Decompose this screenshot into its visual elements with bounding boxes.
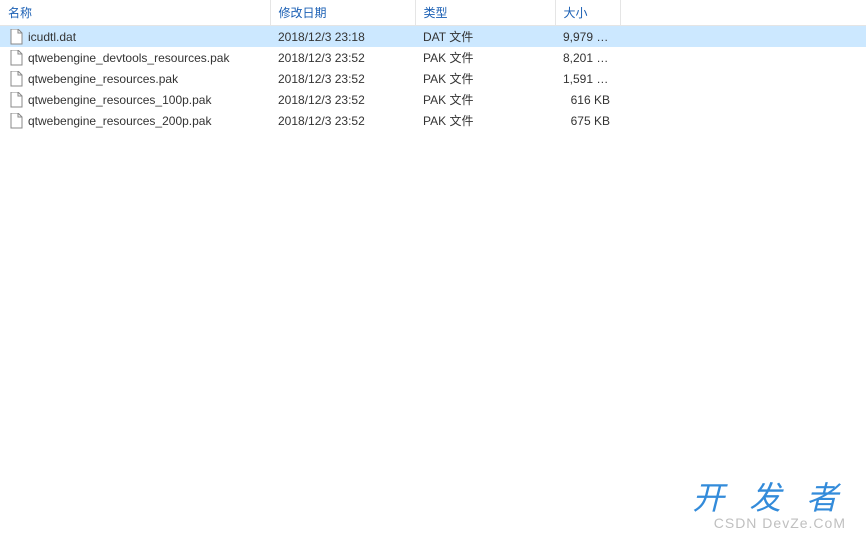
file-icon	[8, 71, 24, 87]
file-date: 2018/12/3 23:52	[270, 89, 415, 110]
file-icon	[8, 29, 24, 45]
watermark-main-text: 开 发 者	[692, 473, 846, 519]
file-size: 9,979 KB	[555, 26, 620, 48]
file-type: PAK 文件	[415, 68, 555, 89]
row-extra	[620, 26, 866, 48]
file-list-table: 名称 修改日期 类型 大小 icudtl.dat 2018/12/3 23:18D…	[0, 0, 866, 131]
row-extra	[620, 110, 866, 131]
file-date: 2018/12/3 23:52	[270, 47, 415, 68]
file-size: 8,201 KB	[555, 47, 620, 68]
table-row[interactable]: qtwebengine_resources_100p.pak 2018/12/3 …	[0, 89, 866, 110]
watermark: 开 发 者 CSDN DevZe.CoM	[692, 473, 846, 531]
file-name: qtwebengine_resources_100p.pak	[28, 93, 211, 107]
file-icon	[9, 71, 23, 87]
column-header-row: 名称 修改日期 类型 大小	[0, 0, 866, 26]
file-date: 2018/12/3 23:52	[270, 110, 415, 131]
column-header-date[interactable]: 修改日期	[270, 0, 415, 26]
file-icon	[9, 113, 23, 129]
file-name: icudtl.dat	[28, 30, 76, 44]
file-icon	[9, 50, 23, 66]
file-type: DAT 文件	[415, 26, 555, 48]
table-row[interactable]: qtwebengine_devtools_resources.pak 2018/1…	[0, 47, 866, 68]
file-name: qtwebengine_resources.pak	[28, 72, 178, 86]
file-icon	[8, 50, 24, 66]
file-icon	[9, 29, 23, 45]
file-icon	[8, 92, 24, 108]
column-header-type[interactable]: 类型	[415, 0, 555, 26]
file-date: 2018/12/3 23:52	[270, 68, 415, 89]
file-date: 2018/12/3 23:18	[270, 26, 415, 48]
column-header-name[interactable]: 名称	[0, 0, 270, 26]
file-icon	[9, 92, 23, 108]
table-row[interactable]: icudtl.dat 2018/12/3 23:18DAT 文件9,979 KB	[0, 26, 866, 48]
table-row[interactable]: qtwebengine_resources_200p.pak 2018/12/3 …	[0, 110, 866, 131]
file-size: 1,591 KB	[555, 68, 620, 89]
row-extra	[620, 89, 866, 110]
file-type: PAK 文件	[415, 89, 555, 110]
file-type: PAK 文件	[415, 110, 555, 131]
column-header-size[interactable]: 大小	[555, 0, 620, 26]
file-type: PAK 文件	[415, 47, 555, 68]
file-icon	[8, 113, 24, 129]
column-header-extra	[620, 0, 866, 26]
file-name: qtwebengine_devtools_resources.pak	[28, 51, 229, 65]
file-size: 616 KB	[555, 89, 620, 110]
row-extra	[620, 47, 866, 68]
row-extra	[620, 68, 866, 89]
file-name: qtwebengine_resources_200p.pak	[28, 114, 211, 128]
watermark-sub-text: CSDN DevZe.CoM	[692, 515, 846, 531]
table-row[interactable]: qtwebengine_resources.pak 2018/12/3 23:52…	[0, 68, 866, 89]
file-size: 675 KB	[555, 110, 620, 131]
